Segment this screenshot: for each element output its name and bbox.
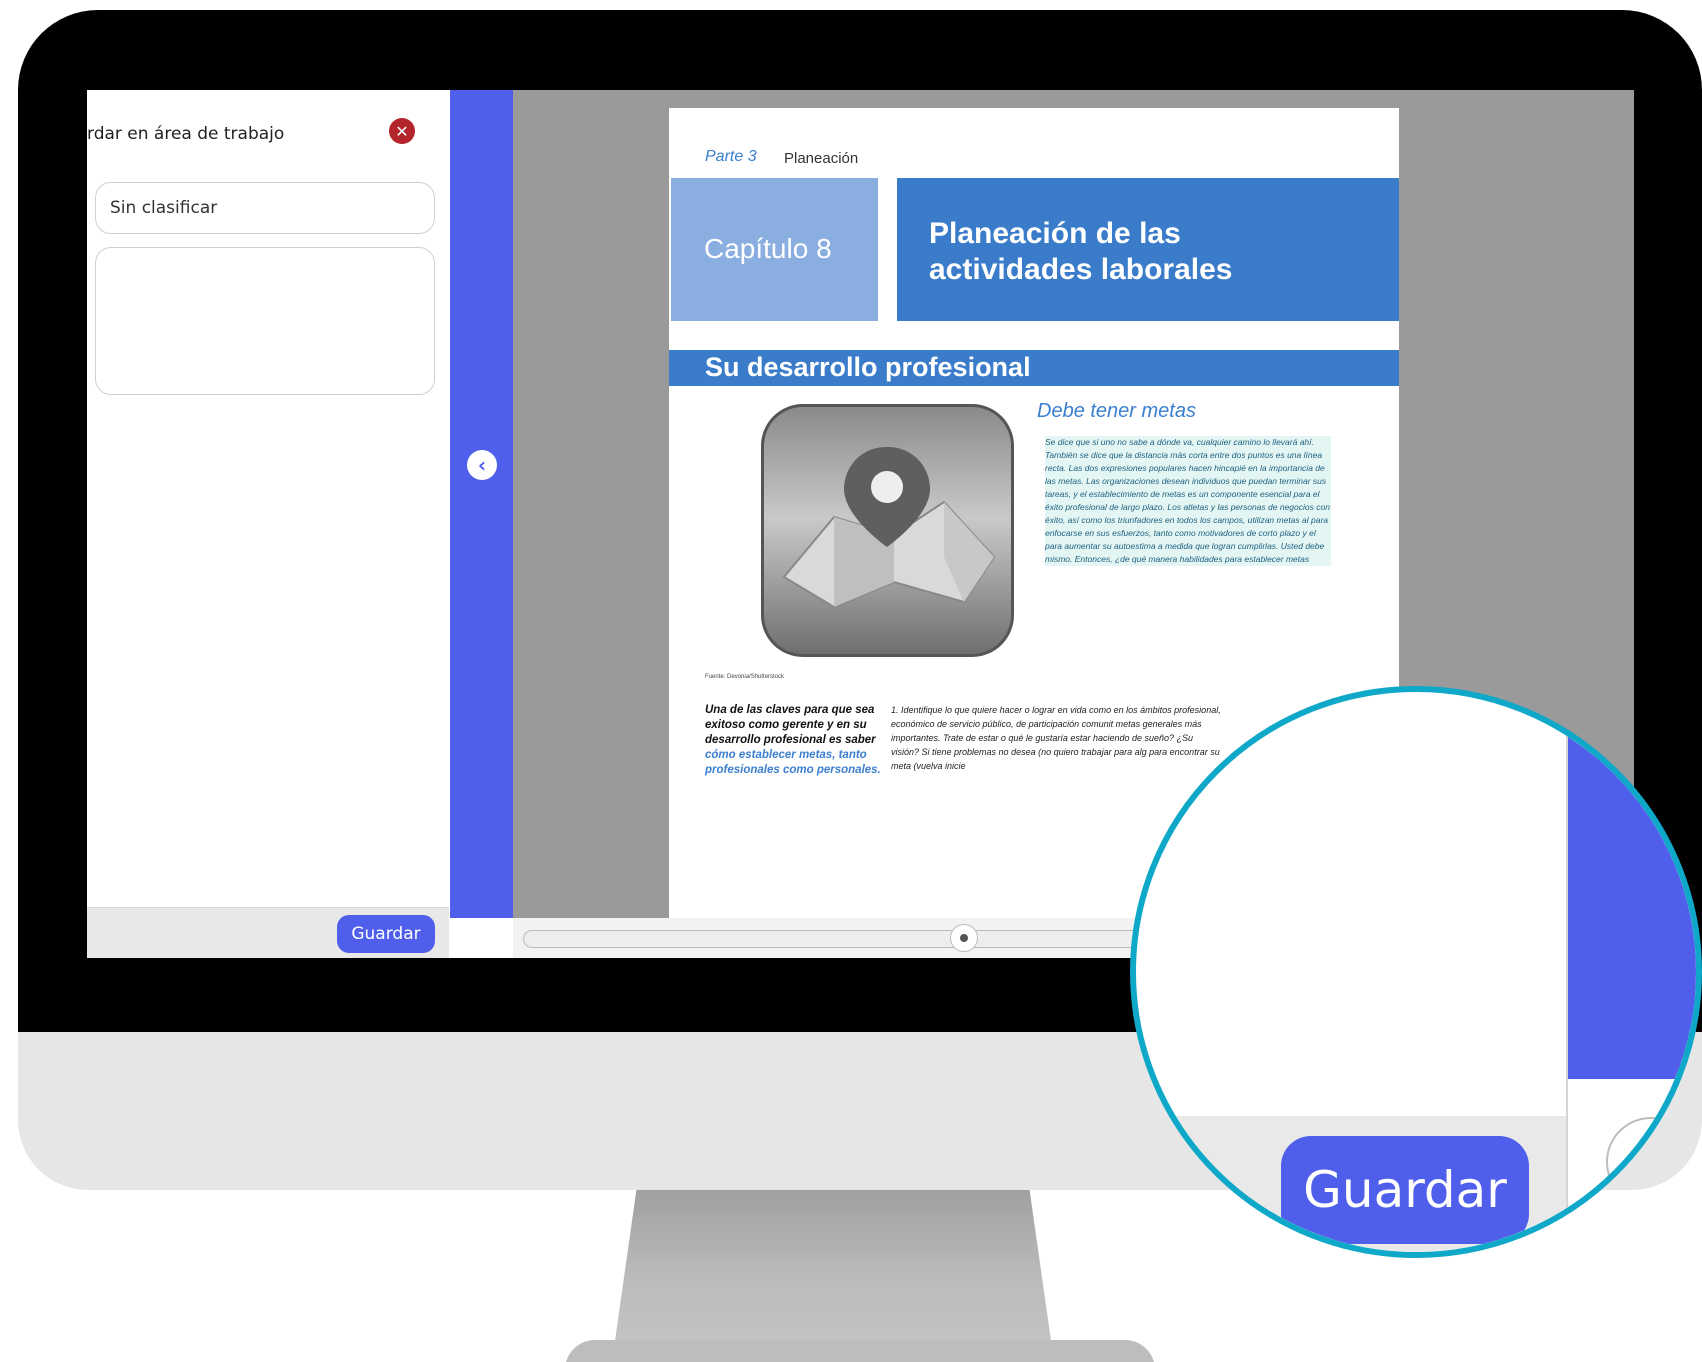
panel-footer: Guardar [87,907,449,958]
numbered-item: 1. Identifique lo que quiere hacer o log… [891,705,1221,771]
chapter-title-box: Planeación de las actividades laborales [897,178,1399,321]
slider-dot [960,934,968,942]
chapter-title-line1: Planeación de las [929,217,1181,250]
save-panel: rdar en área de trabajo ✕ Sin clasificar… [87,90,449,958]
zoom-divider [1566,692,1568,1252]
page-slider-thumb[interactable] [950,924,978,952]
section-title: Su desarrollo profesional [705,352,1031,382]
lead-text: Una de las claves para que sea exitoso c… [705,704,876,746]
category-value: Sin clasificar [110,198,218,218]
monitor-stand-base [565,1340,1155,1362]
part-label: Parte 3 [705,148,757,165]
panel-title: rdar en área de trabajo [87,124,285,144]
save-button[interactable]: Guardar [337,915,435,953]
category-select[interactable]: Sin clasificar [95,182,435,234]
subheading: Debe tener metas [1037,400,1196,422]
section-bar: Su desarrollo profesional [669,350,1399,386]
chapter-box: Capítulo 8 [671,178,878,321]
side-rail: ‹ [450,90,513,918]
highlighted-body-text: Se dice que si uno no sabe a dónde va, c… [1045,436,1331,566]
close-icon[interactable]: ✕ [389,118,415,144]
zoom-lens: Guardar [1130,686,1702,1258]
zoomed-save-button[interactable]: Guardar [1281,1136,1529,1244]
part-name: Planeación [784,150,859,167]
chapter-title-line2: actividades laborales [929,253,1233,286]
chevron-left-icon[interactable]: ‹ [467,450,497,480]
lead-paragraph: Una de las claves para que sea exitoso c… [705,703,885,778]
chapter-title: Planeación de las actividades laborales [929,216,1233,288]
lead-highlight: cómo establecer metas, tanto profesional… [705,749,881,776]
map-pin-icon [761,404,1014,657]
zoom-rail [1566,692,1696,1079]
notes-textarea[interactable] [95,247,435,395]
chapter-label: Capítulo 8 [704,233,832,264]
zoom-slider-thumb [1606,1117,1696,1207]
image-credit: Fuente: Devonia/Shutterstock [705,674,785,680]
monitor-stand-neck [612,1175,1054,1362]
